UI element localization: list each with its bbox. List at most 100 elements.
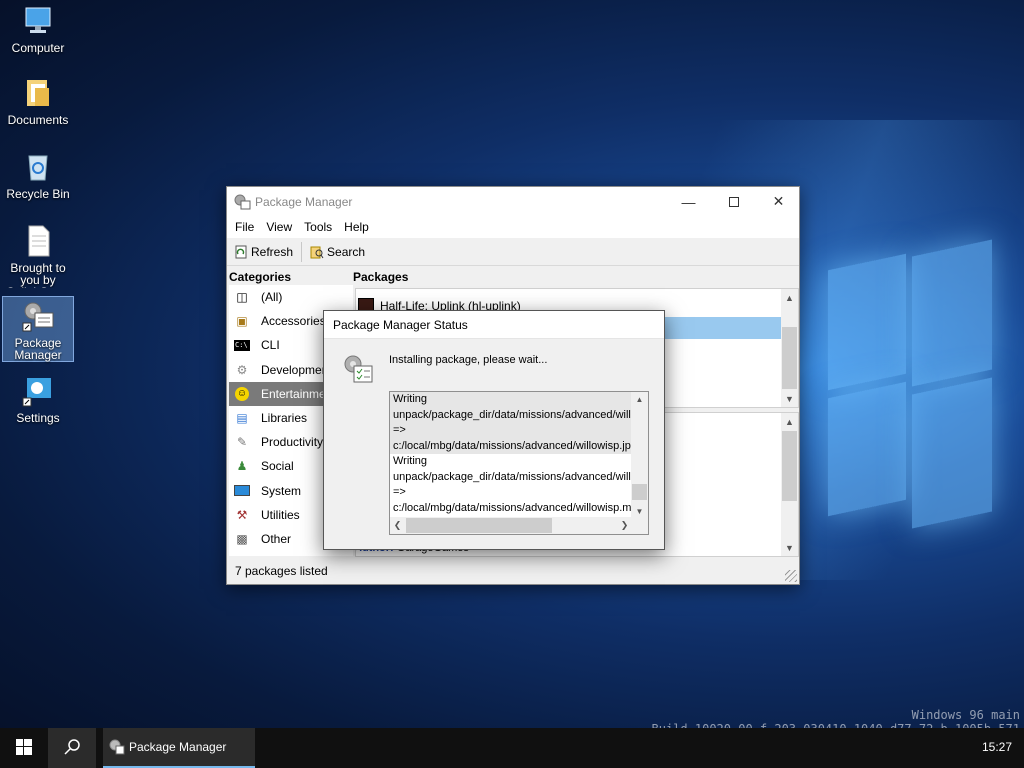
scroll-thumb[interactable]: [632, 484, 647, 500]
desktop-icon-computer[interactable]: Computer: [2, 4, 74, 54]
dialog-message: Installing package, please wait...: [389, 354, 548, 366]
development-icon: ⚙: [236, 362, 248, 377]
log-lines: Writing unpack/package_dir/data/missions…: [390, 392, 632, 519]
log-line: Writing: [390, 392, 632, 408]
desktop-icon-package-manager[interactable]: Package Manager: [2, 296, 74, 362]
log-line: Writing: [393, 455, 428, 467]
social-icon: ♟: [236, 459, 248, 474]
desktop-icon-documents[interactable]: Documents: [2, 76, 74, 126]
refresh-icon: [234, 245, 248, 259]
taskbar: Package Manager 15:27: [0, 728, 1024, 768]
desktop-icon-recycle-bin[interactable]: Recycle Bin: [2, 150, 74, 200]
category-all[interactable]: ◫ (All): [229, 285, 353, 309]
document-icon: [21, 224, 55, 258]
scroll-up-icon[interactable]: ▲: [781, 289, 798, 306]
maximize-icon: [728, 196, 739, 207]
package-manager-icon: [21, 299, 55, 333]
taskbar-item-label: Package Manager: [129, 740, 227, 754]
scroll-down-icon[interactable]: ▼: [781, 390, 798, 407]
desktop-icon-label: Recycle Bin: [6, 187, 70, 201]
package-manager-icon: [109, 739, 125, 755]
search-icon: [310, 245, 324, 259]
entertainment-icon: ☺: [235, 386, 249, 401]
search-label: Search: [327, 244, 366, 259]
all-icon: ◫: [236, 290, 248, 305]
scroll-up-icon[interactable]: ▲: [631, 392, 648, 407]
menu-tools[interactable]: Tools: [298, 220, 338, 234]
refresh-label: Refresh: [251, 244, 294, 259]
toolbar: Refresh Search: [227, 238, 799, 266]
log-vertical-scrollbar[interactable]: ▲ ▼: [631, 392, 648, 519]
category-label: CLI: [261, 338, 280, 353]
close-button[interactable]: ✕: [756, 187, 801, 216]
clock[interactable]: 15:27: [982, 740, 1012, 754]
desktop-icon-label: Documents: [7, 113, 69, 127]
status-bar: 7 packages listed: [227, 558, 799, 584]
desktop-icon-settings[interactable]: Settings: [2, 374, 74, 424]
desktop-icon-label: Package Manager: [14, 336, 62, 362]
desktop-icon-label: Settings: [16, 411, 60, 425]
dialog-title: Package Manager Status: [333, 317, 468, 332]
computer-icon: [21, 4, 55, 38]
resize-grip-icon[interactable]: [785, 570, 797, 582]
folder-icon: [21, 76, 55, 110]
status-text: 7 packages listed: [235, 564, 328, 578]
packages-scrollbar[interactable]: ▲ ▼: [781, 289, 798, 407]
libraries-icon: ▤: [236, 411, 248, 426]
menu-view[interactable]: View: [260, 220, 298, 234]
menu-help[interactable]: Help: [338, 220, 375, 234]
maximize-button[interactable]: [711, 187, 756, 216]
menu-file[interactable]: File: [229, 220, 260, 234]
category-label: Utilities: [261, 507, 300, 522]
categories-heading: Categories: [229, 270, 292, 284]
watermark-line: Windows 96 main: [911, 708, 1020, 722]
install-log: Writing unpack/package_dir/data/missions…: [389, 391, 649, 535]
desktop-icon-readme[interactable]: Brought to you by CollabSys...: [2, 224, 74, 288]
windows-logo-icon: [16, 738, 32, 758]
scroll-thumb[interactable]: [782, 431, 797, 501]
scroll-left-icon[interactable]: ❮: [390, 517, 405, 534]
log-line: =>: [390, 423, 632, 439]
scroll-right-icon[interactable]: ❯: [617, 517, 632, 534]
log-horizontal-scrollbar[interactable]: ❮ ❯: [390, 517, 632, 534]
log-line: c:/local/mbg/data/missions/advanced/will…: [393, 501, 632, 514]
other-icon: ▩: [236, 531, 248, 546]
dialog-title-bar[interactable]: Package Manager Status: [324, 311, 664, 339]
category-label: Other: [261, 531, 292, 546]
category-label: (All): [261, 290, 283, 305]
minimize-button[interactable]: —: [666, 187, 711, 216]
log-line: c:/local/mbg/data/missions/advanced/will…: [390, 438, 632, 454]
close-icon: ✕: [772, 193, 785, 209]
refresh-button[interactable]: Refresh: [231, 241, 296, 263]
start-button[interactable]: [0, 728, 48, 768]
accessories-icon: ▣: [236, 314, 248, 329]
scroll-thumb[interactable]: [782, 327, 797, 389]
desktop-icon-label: Computer: [11, 41, 65, 55]
scroll-up-icon[interactable]: ▲: [781, 413, 798, 430]
package-manager-icon: [233, 193, 251, 211]
menu-bar: File View Tools Help: [227, 216, 799, 238]
details-scrollbar[interactable]: ▲ ▼: [781, 413, 798, 556]
scroll-thumb[interactable]: [406, 518, 552, 533]
settings-icon: [21, 374, 55, 408]
scroll-down-icon[interactable]: ▼: [781, 539, 798, 556]
toolbar-separator: [301, 241, 303, 262]
category-label: Development: [261, 362, 332, 377]
title-bar[interactable]: Package Manager — ✕: [227, 187, 799, 216]
search-icon: [63, 738, 81, 759]
search-button[interactable]: Search: [307, 241, 368, 263]
desktop-icon-label: Brought to you by CollabSys...: [6, 262, 70, 288]
packages-heading: Packages: [353, 270, 409, 284]
cli-icon: C:\: [233, 337, 251, 353]
minimize-icon: —: [681, 193, 696, 210]
recycle-bin-icon: [21, 150, 55, 184]
category-label: System: [261, 483, 302, 498]
taskbar-item-package-manager[interactable]: Package Manager: [103, 728, 255, 768]
category-label: Libraries: [261, 411, 308, 426]
taskbar-search-button[interactable]: [48, 728, 96, 768]
wallpaper-windows-logo: [800, 239, 1000, 540]
scrollbar-corner: [631, 517, 648, 534]
utilities-icon: ⚒: [236, 507, 248, 522]
log-line: unpack/package_dir/data/missions/advance…: [393, 470, 632, 483]
status-dialog: Package Manager Status Installing packag…: [323, 310, 665, 550]
